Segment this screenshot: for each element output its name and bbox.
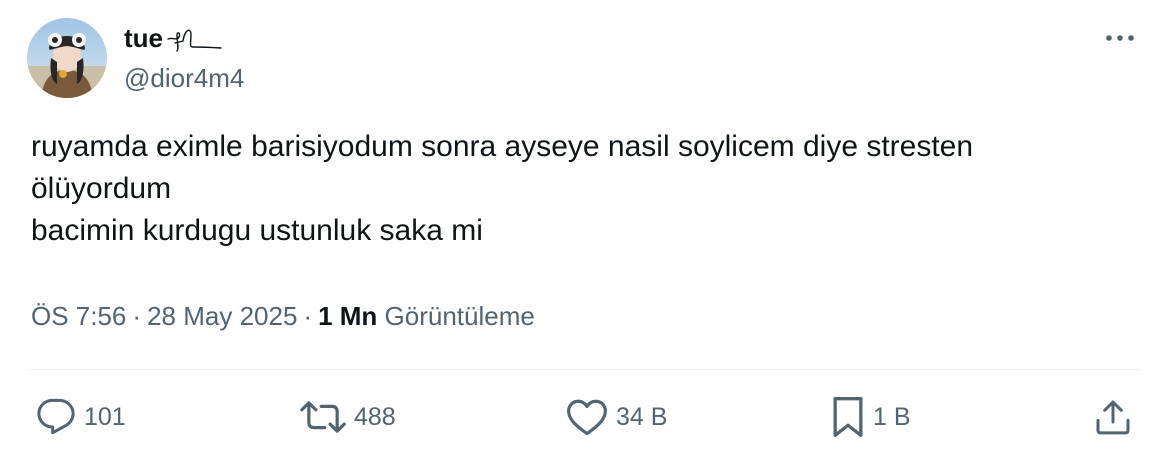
retweet-button[interactable]: 488 <box>300 395 396 439</box>
views-label: Görüntüleme <box>384 301 535 331</box>
display-name-text: tue <box>124 23 163 53</box>
tweet-text: ruyamda eximle barisiyodum sonra ayseye … <box>31 126 1141 252</box>
meta-separator: · <box>132 301 142 331</box>
retweet-icon <box>300 401 346 433</box>
retweet-count: 488 <box>354 402 396 431</box>
heart-icon <box>567 399 607 436</box>
bookmark-button[interactable]: 1 B <box>831 395 911 439</box>
tweet: tue @dior4m4 ruyamda eximle barisiyodum … <box>0 0 1168 451</box>
reply-button[interactable]: 101 <box>36 395 126 439</box>
tweet-text-line: bacimin kurdugu ustunluk saka mi <box>31 214 483 247</box>
signature-squiggle-icon <box>167 29 222 52</box>
avatar-image <box>27 18 107 98</box>
bookmark-icon <box>833 397 863 437</box>
tweet-text-line: ölüyordum <box>31 172 172 205</box>
meta-separator: · <box>303 301 313 331</box>
display-name[interactable]: tue <box>124 22 225 54</box>
share-button[interactable] <box>1093 395 1133 439</box>
like-button[interactable]: 34 B <box>566 395 667 439</box>
views-count: 1 Mn <box>318 301 378 331</box>
avatar[interactable] <box>27 18 107 98</box>
more-button[interactable] <box>1098 24 1142 52</box>
tweet-text-line: ruyamda eximle barisiyodum sonra ayseye … <box>31 130 974 163</box>
tweet-date[interactable]: 28 May 2025 <box>147 301 297 331</box>
bookmark-count: 1 B <box>873 402 911 431</box>
tweet-meta: ÖS 7:56 · 28 May 2025 · 1 Mn Görüntüleme <box>31 298 535 334</box>
more-icon <box>1106 35 1134 41</box>
tweet-time[interactable]: ÖS 7:56 <box>31 301 126 331</box>
share-icon <box>1096 400 1130 435</box>
like-count: 34 B <box>616 402 668 431</box>
reply-count: 101 <box>84 402 126 431</box>
reply-icon <box>37 398 75 435</box>
divider <box>28 369 1142 370</box>
user-handle[interactable]: @dior4m4 <box>124 62 244 94</box>
